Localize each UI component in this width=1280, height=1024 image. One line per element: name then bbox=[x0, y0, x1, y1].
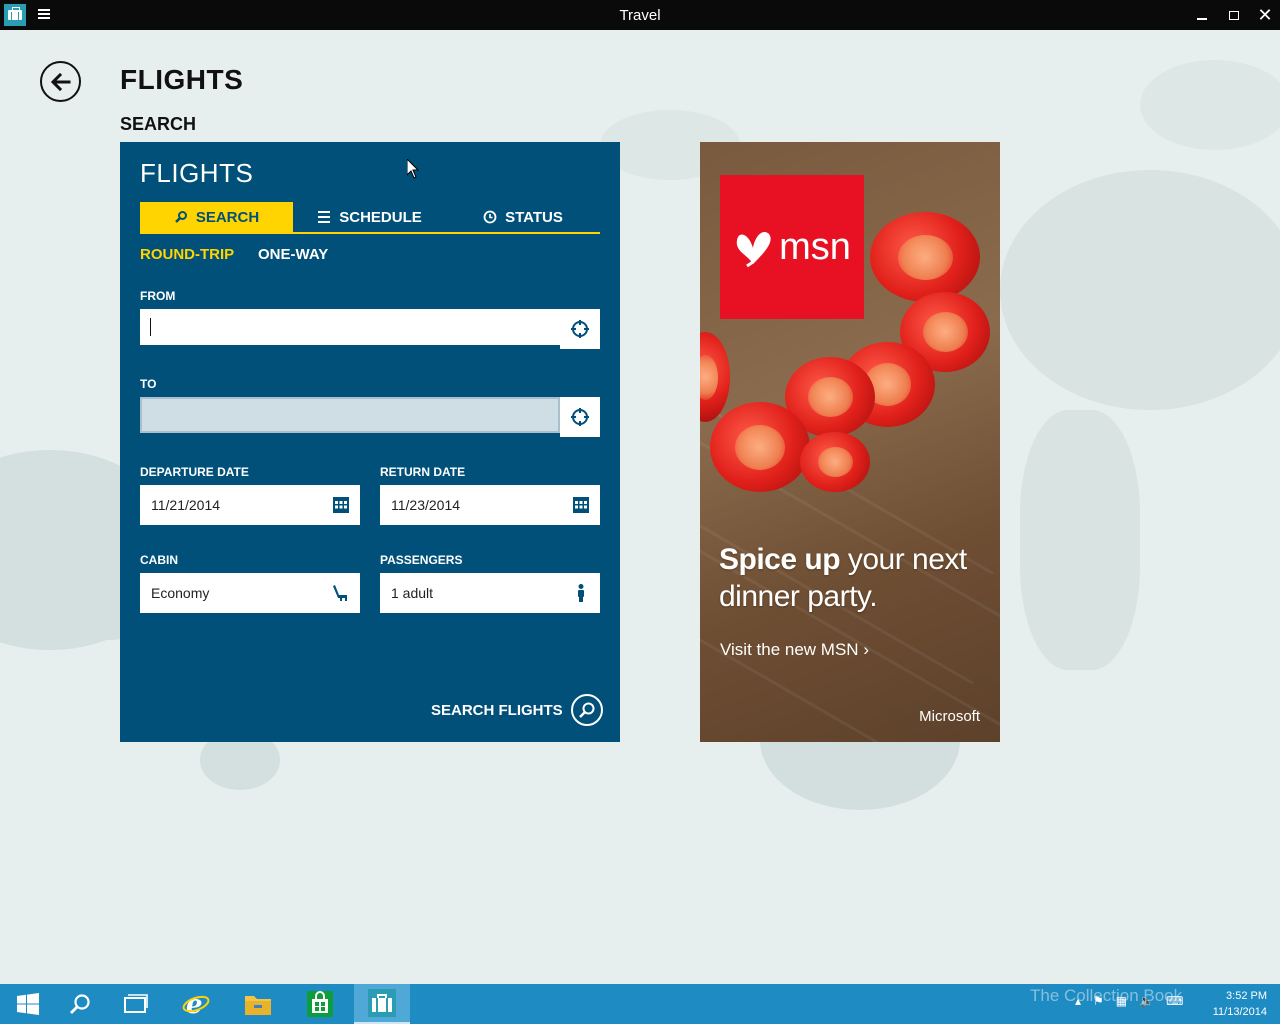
calendar-icon bbox=[572, 496, 590, 514]
to-input[interactable] bbox=[140, 397, 560, 433]
pepper-slice bbox=[700, 332, 730, 422]
svg-text:e: e bbox=[186, 990, 203, 1018]
store-button[interactable] bbox=[292, 984, 348, 1024]
page-title: FLIGHTS bbox=[120, 64, 244, 95]
restore-button[interactable] bbox=[1218, 0, 1250, 30]
hamburger-menu-icon[interactable] bbox=[38, 9, 50, 19]
search-flights-button[interactable]: SEARCH FLIGHTS bbox=[431, 694, 603, 726]
departure-date-label: DEPARTURE DATE bbox=[140, 465, 249, 479]
pepper-slice bbox=[870, 212, 980, 302]
search-icon bbox=[174, 211, 187, 223]
minimize-button[interactable] bbox=[1186, 0, 1218, 30]
chevron-right-icon: › bbox=[863, 640, 869, 659]
task-view-button[interactable] bbox=[108, 984, 164, 1024]
calendar-icon bbox=[332, 496, 350, 514]
folder-icon bbox=[245, 996, 271, 1015]
internet-explorer-button[interactable]: e bbox=[168, 984, 224, 1024]
to-row bbox=[140, 397, 600, 437]
taskbar-clock[interactable]: 3:52 PM 11/13/2014 bbox=[1205, 988, 1267, 1020]
crosshair-icon bbox=[571, 408, 589, 426]
tab-status-label: STATUS bbox=[505, 208, 563, 226]
departure-date-value: 11/21/2014 bbox=[151, 497, 221, 513]
clock-icon bbox=[483, 210, 497, 224]
tab-search-label: SEARCH bbox=[195, 208, 260, 226]
travel-app-icon bbox=[4, 4, 26, 26]
search-icon bbox=[70, 994, 90, 1014]
back-arrow-icon bbox=[50, 72, 70, 91]
flight-tabs: SEARCH SCHEDULE STATUS bbox=[140, 202, 600, 234]
departure-date-picker[interactable]: 11/21/2014 bbox=[140, 485, 360, 525]
title-bar: Travel ✕ bbox=[0, 0, 1280, 30]
seat-icon bbox=[332, 584, 350, 602]
window-title: Travel bbox=[619, 7, 661, 24]
suitcase-icon bbox=[368, 989, 396, 1017]
msn-advertisement[interactable]: msn Spice up your next dinner party. Vis… bbox=[700, 142, 1000, 742]
passengers-select[interactable]: 1 adult bbox=[380, 573, 600, 613]
list-icon bbox=[318, 211, 331, 223]
tab-status[interactable]: STATUS bbox=[446, 202, 600, 232]
internet-explorer-icon: e bbox=[182, 990, 210, 1018]
section-title: SEARCH bbox=[120, 114, 197, 134]
store-bag-icon bbox=[307, 991, 333, 1017]
pepper-slice bbox=[710, 402, 810, 492]
butterfly-icon bbox=[736, 231, 771, 268]
watermark-text: The Collection Book bbox=[1030, 986, 1183, 1005]
ad-link-text: Visit the new MSN bbox=[720, 640, 859, 659]
round-trip-option[interactable]: ROUND-TRIP bbox=[140, 246, 234, 263]
from-input[interactable] bbox=[140, 309, 560, 345]
taskbar-search-button[interactable] bbox=[52, 984, 108, 1024]
clock-date: 11/13/2014 bbox=[1212, 1006, 1267, 1018]
from-row bbox=[140, 309, 600, 349]
ad-headline-bold: Spice up bbox=[719, 543, 841, 576]
to-label: TO bbox=[140, 377, 157, 391]
task-view-icon bbox=[124, 994, 148, 1013]
file-explorer-button[interactable] bbox=[230, 984, 286, 1024]
start-button[interactable] bbox=[0, 984, 56, 1024]
passengers-label: PASSENGERS bbox=[380, 553, 463, 567]
restore-icon bbox=[1229, 10, 1239, 20]
panel-title: FLIGHTS bbox=[140, 158, 254, 188]
mouse-cursor-icon bbox=[407, 159, 419, 179]
text-caret bbox=[150, 318, 151, 336]
tab-schedule[interactable]: SCHEDULE bbox=[293, 202, 446, 232]
return-date-label: RETURN DATE bbox=[380, 465, 466, 479]
windows-logo-icon bbox=[17, 993, 39, 1015]
close-icon: ✕ bbox=[1257, 4, 1273, 25]
flights-search-panel: FLIGHTS SEARCH SCHEDULE STATUS ROUND-TRI… bbox=[120, 142, 620, 742]
minimize-icon bbox=[1197, 18, 1207, 20]
ad-brand: Microsoft bbox=[919, 708, 980, 725]
return-date-value: 11/23/2014 bbox=[391, 497, 461, 513]
cabin-select[interactable]: Economy bbox=[140, 573, 360, 613]
ad-link[interactable]: Visit the new MSN › bbox=[720, 640, 869, 660]
close-button[interactable]: ✕ bbox=[1249, 0, 1280, 30]
to-locate-button[interactable] bbox=[560, 397, 600, 437]
passengers-value: 1 adult bbox=[391, 585, 434, 601]
search-flights-label: SEARCH FLIGHTS bbox=[431, 701, 563, 719]
from-locate-button[interactable] bbox=[560, 309, 600, 349]
search-circle-icon bbox=[570, 694, 603, 726]
tab-schedule-label: SCHEDULE bbox=[339, 208, 422, 226]
cabin-value: Economy bbox=[151, 585, 210, 601]
msn-logo-text: msn bbox=[779, 225, 851, 268]
msn-logo: msn bbox=[720, 175, 864, 319]
from-label: FROM bbox=[140, 289, 176, 303]
ad-headline: Spice up your next dinner party. bbox=[719, 541, 989, 615]
pepper-slice bbox=[800, 432, 870, 492]
back-button[interactable] bbox=[40, 61, 81, 102]
tab-search[interactable]: SEARCH bbox=[140, 202, 293, 232]
travel-app-taskbar-button[interactable] bbox=[354, 984, 410, 1024]
person-icon bbox=[572, 584, 590, 602]
return-date-picker[interactable]: 11/23/2014 bbox=[380, 485, 600, 525]
crosshair-icon bbox=[571, 320, 589, 338]
clock-time: 3:52 PM bbox=[1226, 990, 1267, 1002]
one-way-option[interactable]: ONE-WAY bbox=[258, 246, 328, 263]
cabin-label: CABIN bbox=[140, 553, 178, 567]
